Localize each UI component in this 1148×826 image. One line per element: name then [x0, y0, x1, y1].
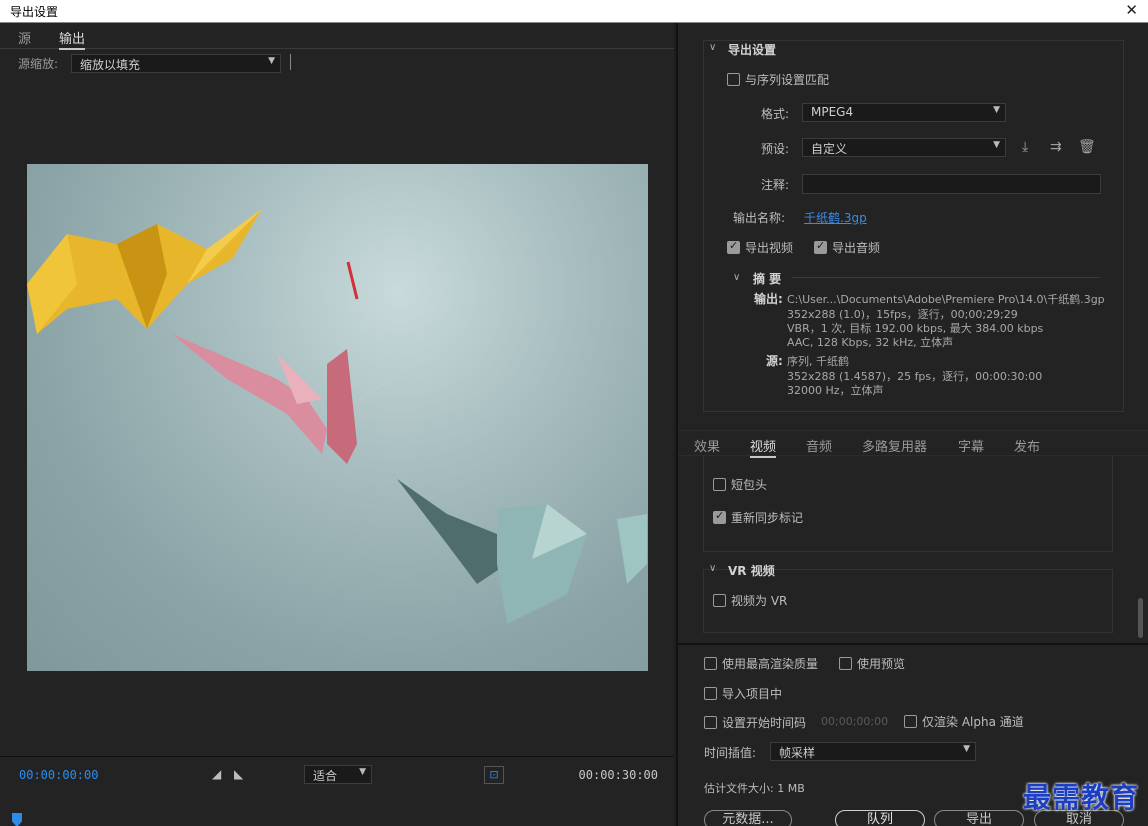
short-leader-label: 短包头 [731, 478, 768, 492]
use-previews-label: 使用预览 [857, 657, 906, 671]
export-video-label: 导出视频 [745, 241, 794, 255]
settings-pane: ∨ 导出设置 与序列设置匹配 格式: MPEG4 ▼ 预设: 自定义 ▼ ⤓ ⇉… [676, 23, 1148, 826]
match-sequence-label: 与序列设置匹配 [745, 73, 830, 87]
window-title: 导出设置 [10, 5, 59, 19]
time-interpolation-select[interactable]: 帧采样 ▼ [770, 742, 976, 761]
chevron-down-icon[interactable]: ∨ [709, 563, 716, 574]
preset-label: 预设: [761, 142, 790, 156]
save-preset-icon[interactable]: ⤓ [1022, 139, 1028, 155]
export-settings-heading: 导出设置 [728, 43, 777, 57]
timecode-duration: 00:00:30:00 [578, 768, 658, 782]
preview-pane: 源 输出 源缩放: 缩放以填充 ▼ 00:00:00:00 ◢ ◣ 适合 ▼ ⊡… [0, 23, 674, 826]
output-name-link[interactable]: 千纸鹤.3gp [804, 209, 867, 226]
tab-video[interactable]: 视频 [750, 436, 777, 458]
chevron-down-icon[interactable]: ∨ [733, 272, 740, 283]
export-video-checkbox[interactable] [727, 239, 740, 254]
video-is-vr-checkbox[interactable] [713, 594, 726, 607]
metadata-button[interactable]: 元数据... [704, 810, 792, 826]
tab-effects[interactable]: 效果 [694, 436, 720, 455]
use-previews-checkbox[interactable] [839, 657, 852, 670]
format-value: MPEG4 [811, 105, 854, 119]
output-name-label: 输出名称: [733, 211, 786, 225]
export-audio-label: 导出音频 [832, 241, 881, 255]
aspect-toggle-icon[interactable]: ⊡ [484, 766, 504, 784]
render-alpha-checkbox[interactable] [904, 715, 917, 728]
chevron-down-icon: ▼ [359, 767, 366, 777]
title-bar: 导出设置 ✕ [0, 0, 1148, 23]
summary-source-line: 序列, 千纸鹤 [787, 355, 849, 368]
export-audio-checkbox[interactable] [814, 239, 827, 254]
preset-value: 自定义 [811, 142, 848, 156]
chevron-down-icon[interactable]: ∨ [709, 42, 716, 53]
source-zoom-label: 源缩放: [18, 57, 59, 71]
divider [290, 54, 291, 70]
settings-tabs: 效果 视频 音频 多路复用器 字幕 发布 [678, 430, 1148, 458]
import-into-project-label: 导入项目中 [722, 687, 783, 701]
render-alpha-label: 仅渲染 Alpha 通道 [922, 715, 1024, 729]
comments-input[interactable] [802, 174, 1101, 194]
chevron-down-icon: ▼ [993, 140, 1000, 150]
vr-video-heading: VR 视频 [728, 564, 775, 578]
chevron-down-icon: ▼ [268, 56, 275, 66]
close-icon[interactable]: ✕ [1125, 1, 1138, 19]
tab-captions[interactable]: 字幕 [958, 436, 984, 455]
start-timecode-value[interactable]: 00;00;00;00 [821, 715, 888, 728]
max-render-quality-checkbox[interactable] [704, 657, 717, 670]
set-start-timecode-label: 设置开始时间码 [722, 716, 807, 730]
set-in-point-icon[interactable]: ◢ [212, 767, 221, 781]
summary-heading: 摘 要 [753, 272, 782, 286]
chevron-down-icon: ▼ [993, 105, 1000, 115]
summary-output-line: AAC, 128 Kbps, 32 kHz, 立体声 [787, 336, 954, 349]
set-start-timecode-checkbox[interactable] [704, 716, 717, 729]
timeline: 00:00:00:00 ◢ ◣ 适合 ▼ ⊡ 00:00:30:00 [0, 756, 674, 826]
tab-source[interactable]: 源 [18, 28, 31, 47]
match-sequence-checkbox[interactable] [727, 73, 740, 86]
source-output-tabs: 源 输出 [0, 23, 674, 50]
preview-frame-image [27, 209, 647, 624]
source-zoom-row: 源缩放: 缩放以填充 ▼ [0, 51, 674, 75]
time-interpolation-label: 时间插值: [704, 746, 757, 760]
preset-select[interactable]: 自定义 ▼ [802, 138, 1006, 157]
import-preset-icon[interactable]: ⇉ [1050, 139, 1062, 155]
tab-audio[interactable]: 音频 [806, 436, 832, 455]
format-select[interactable]: MPEG4 ▼ [802, 103, 1006, 122]
format-label: 格式: [761, 107, 790, 121]
settings-scrollbar[interactable] [1138, 598, 1143, 638]
summary-output-line: C:\User...\Documents\Adobe\Premiere Pro\… [787, 293, 1105, 306]
tab-publish[interactable]: 发布 [1014, 436, 1040, 455]
short-leader-checkbox[interactable] [713, 478, 726, 491]
playhead[interactable] [12, 813, 22, 826]
source-zoom-select[interactable]: 缩放以填充 ▼ [71, 54, 281, 73]
tab-output[interactable]: 输出 [59, 28, 86, 50]
delete-preset-icon[interactable]: 🗑 [1078, 139, 1096, 155]
import-into-project-checkbox[interactable] [704, 687, 717, 700]
video-options-section [703, 456, 1113, 552]
summary-source-line: 32000 Hz，立体声 [787, 384, 884, 397]
video-preview [27, 164, 648, 671]
watermark-logo: 最需教育 [1023, 781, 1140, 814]
comments-label: 注释: [761, 178, 790, 192]
source-zoom-value: 缩放以填充 [80, 58, 141, 72]
summary-output-key: 输出: [754, 292, 783, 306]
time-interpolation-value: 帧采样 [779, 746, 816, 760]
chevron-down-icon: ▼ [963, 744, 970, 754]
fit-select[interactable]: 适合 ▼ [304, 765, 372, 784]
summary-source-key: 源: [766, 354, 783, 368]
queue-button[interactable]: 队列 [835, 810, 925, 826]
export-button[interactable]: 导出 [934, 810, 1024, 826]
estimated-file-size: 估计文件大小: 1 MB [704, 782, 805, 795]
resync-markers-checkbox[interactable] [713, 509, 726, 524]
resync-markers-label: 重新同步标记 [731, 511, 804, 525]
set-out-point-icon[interactable]: ◣ [234, 767, 243, 781]
max-render-quality-label: 使用最高渲染质量 [722, 657, 819, 671]
tab-multiplexer[interactable]: 多路复用器 [862, 436, 927, 455]
divider [792, 277, 1100, 278]
fit-value: 适合 [313, 769, 338, 783]
timecode-current[interactable]: 00:00:00:00 [19, 768, 98, 782]
video-is-vr-label: 视频为 VR [731, 594, 788, 608]
